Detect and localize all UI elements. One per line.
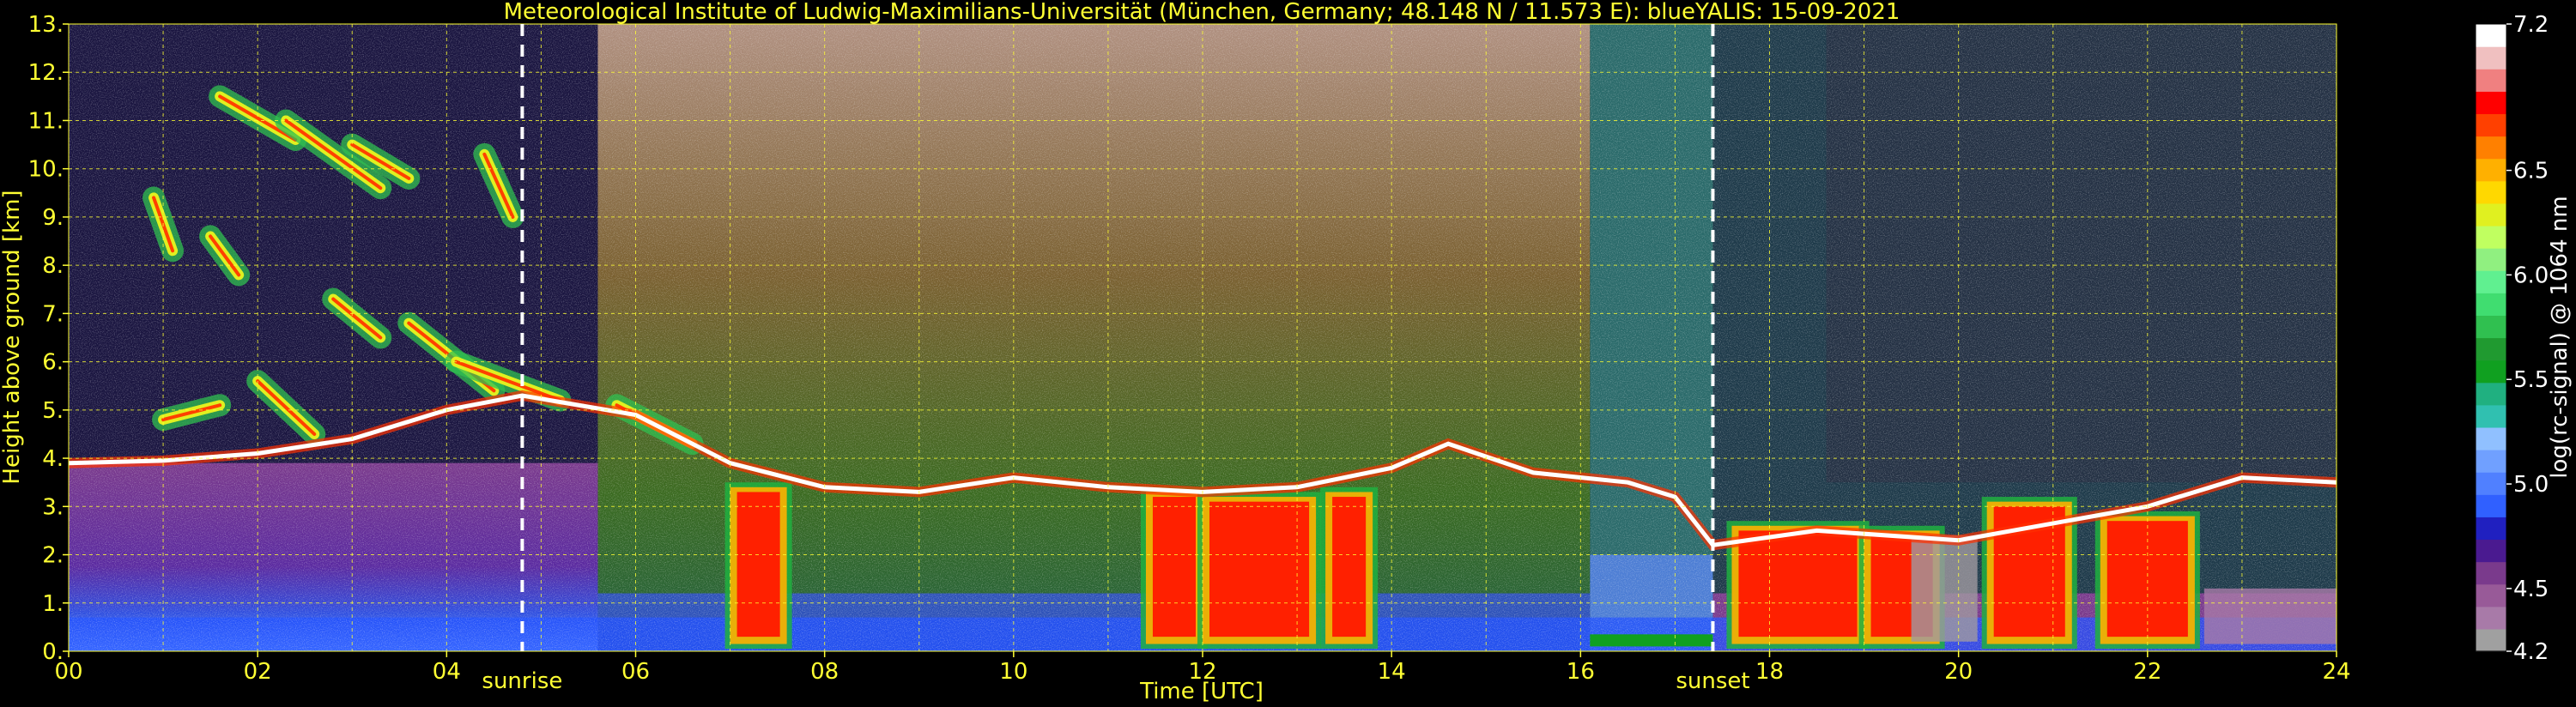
- colorbar-swatch: [2476, 248, 2506, 271]
- colorbar-swatch: [2476, 472, 2506, 495]
- colorbar-swatch: [2476, 69, 2506, 92]
- colorbar-swatch: [2476, 494, 2506, 517]
- column-core: [1332, 497, 1367, 638]
- x-tick-label: 16: [1567, 659, 1595, 685]
- column-core: [2106, 521, 2188, 638]
- y-tick-label: 8.: [42, 253, 64, 279]
- x-tick-label: 22: [2133, 659, 2161, 685]
- x-tick-label: 24: [2322, 659, 2350, 685]
- colorbar-label: log(rc-signal) @ 1064 nm: [2547, 196, 2573, 478]
- dusk-surface-band: [1590, 634, 1713, 647]
- colorbar-swatch: [2476, 270, 2506, 293]
- colorbar-swatch: [2476, 360, 2506, 384]
- colorbar-swatch: [2476, 315, 2506, 339]
- convective-column: [724, 482, 792, 650]
- sun-event-label: sunrise: [482, 668, 562, 694]
- colorbar-tick-label: 7.2: [2513, 12, 2549, 38]
- column-core: [1738, 530, 1858, 638]
- colorbar-swatch: [2476, 382, 2506, 406]
- y-tick-label: 2.: [42, 543, 64, 569]
- convective-column: [1320, 486, 1379, 650]
- x-axis-label: Time [UTC]: [1139, 679, 1264, 704]
- colorbar-tick-label: 5.5: [2513, 367, 2549, 393]
- lidar-quicklook-chart: sunrise sunset 00 02 04 06 08 10 12 14 16 18 20 22 24…: [0, 0, 2573, 704]
- y-tick-label: 13.: [28, 12, 64, 38]
- colorbar-swatch: [2476, 450, 2506, 473]
- y-tick-label: 12.: [28, 60, 64, 86]
- colorbar-swatch: [2476, 628, 2506, 652]
- y-tick-label: 7.: [42, 301, 64, 327]
- colorbar-swatch: [2476, 24, 2506, 47]
- y-tick-label: 1.: [42, 591, 64, 617]
- y-tick-label: 11.: [28, 108, 64, 134]
- column-core: [736, 492, 780, 638]
- colorbar-tick-label: 5.0: [2513, 472, 2549, 498]
- colorbar-swatch: [2476, 426, 2506, 450]
- colorbar-tick-label: 6.5: [2513, 159, 2549, 184]
- colorbar-swatch: [2476, 561, 2506, 585]
- x-tick-label: 14: [1378, 659, 1406, 685]
- colorbar-swatch: [2476, 136, 2506, 160]
- colorbar: 7.2 6.5 6.0 5.5 5.0 4.5 4.2: [2475, 12, 2549, 665]
- y-tick-label: 9.: [42, 205, 64, 231]
- x-tick-label: 10: [999, 659, 1027, 685]
- x-tick-label: 08: [810, 659, 839, 685]
- colorbar-swatch: [2476, 180, 2506, 204]
- x-tick-label: 06: [621, 659, 650, 685]
- colorbar-swatch: [2476, 158, 2506, 182]
- colorbar-swatch: [2476, 539, 2506, 563]
- y-tick-label: 5.: [42, 398, 64, 424]
- colorbar-tick-label: 6.0: [2513, 263, 2549, 288]
- convective-column: [1197, 492, 1322, 650]
- colorbar-swatch: [2476, 225, 2506, 249]
- colorbar-tick-label: 4.2: [2513, 639, 2549, 665]
- column-core: [1152, 497, 1196, 638]
- colorbar-swatch: [2476, 202, 2506, 227]
- x-tick-label: 02: [244, 659, 272, 685]
- sun-event-label: sunset: [1676, 668, 1749, 694]
- y-axis-label: Height above ground [km]: [0, 190, 25, 484]
- column-core: [1209, 501, 1310, 638]
- y-tick-label: 3.: [42, 494, 64, 520]
- y-tick-label: 10.: [28, 157, 64, 183]
- colorbar-swatch: [2476, 337, 2506, 361]
- colorbar-swatch: [2476, 404, 2506, 428]
- colorbar-swatch: [2476, 583, 2506, 607]
- colorbar-swatch: [2476, 606, 2506, 630]
- colorbar-swatch: [2476, 293, 2506, 316]
- evening-grey-patch: [1911, 535, 1978, 642]
- y-tick-label: 4.: [42, 446, 64, 472]
- y-tick-label: 0.: [42, 639, 64, 665]
- colorbar-swatch: [2476, 113, 2506, 137]
- y-tick-label: 6.: [42, 350, 64, 376]
- x-tick-label: 20: [1944, 659, 1973, 685]
- y-axis-ticks: 0. 1. 2. 3. 4. 5. 6. 7. 8. 9. 10. 11. 12. 13.: [28, 12, 69, 665]
- x-tick-label: 04: [433, 659, 461, 685]
- evening-violet-patch: [2203, 588, 2337, 644]
- colorbar-swatch: [2476, 517, 2506, 541]
- cirrus-feature: [152, 394, 232, 432]
- colorbar-swatch: [2476, 46, 2506, 69]
- colorbar-swatch: [2476, 91, 2506, 115]
- chart-title: Meteorological Institute of Ludwig-Maxim…: [504, 0, 1900, 25]
- x-tick-label: 18: [1755, 659, 1784, 685]
- colorbar-tick-label: 4.5: [2513, 577, 2549, 602]
